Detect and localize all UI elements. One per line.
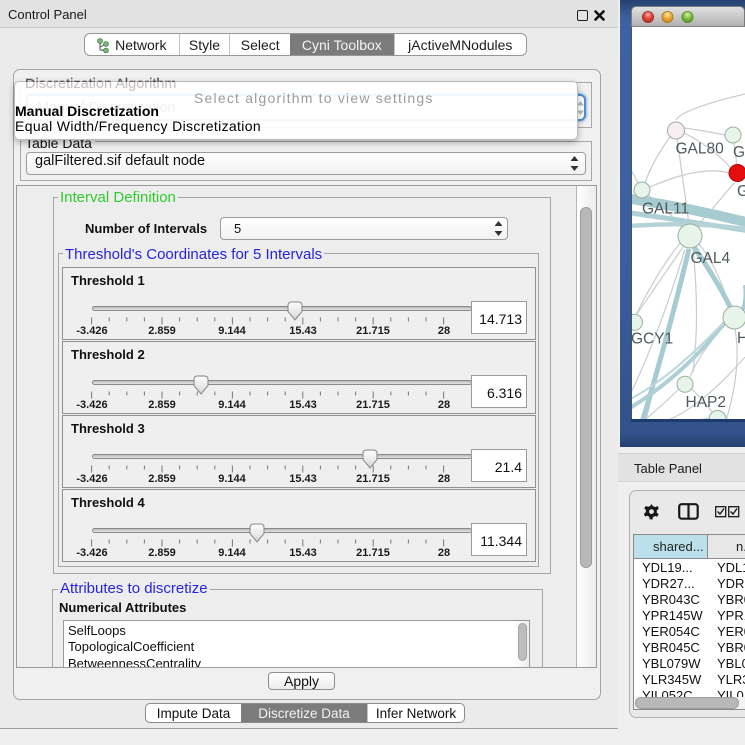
svg-text:GAL80: GAL80: [675, 141, 724, 158]
svg-text:GAL4: GAL4: [690, 250, 730, 267]
svg-text:G: G: [737, 183, 745, 200]
svg-text:HAP2: HAP2: [685, 394, 726, 411]
svg-text:GCY1: GCY1: [631, 331, 673, 348]
svg-text:GAL11: GAL11: [642, 201, 689, 218]
svg-text:H: H: [737, 330, 745, 347]
svg-text:GA: GA: [733, 144, 745, 161]
